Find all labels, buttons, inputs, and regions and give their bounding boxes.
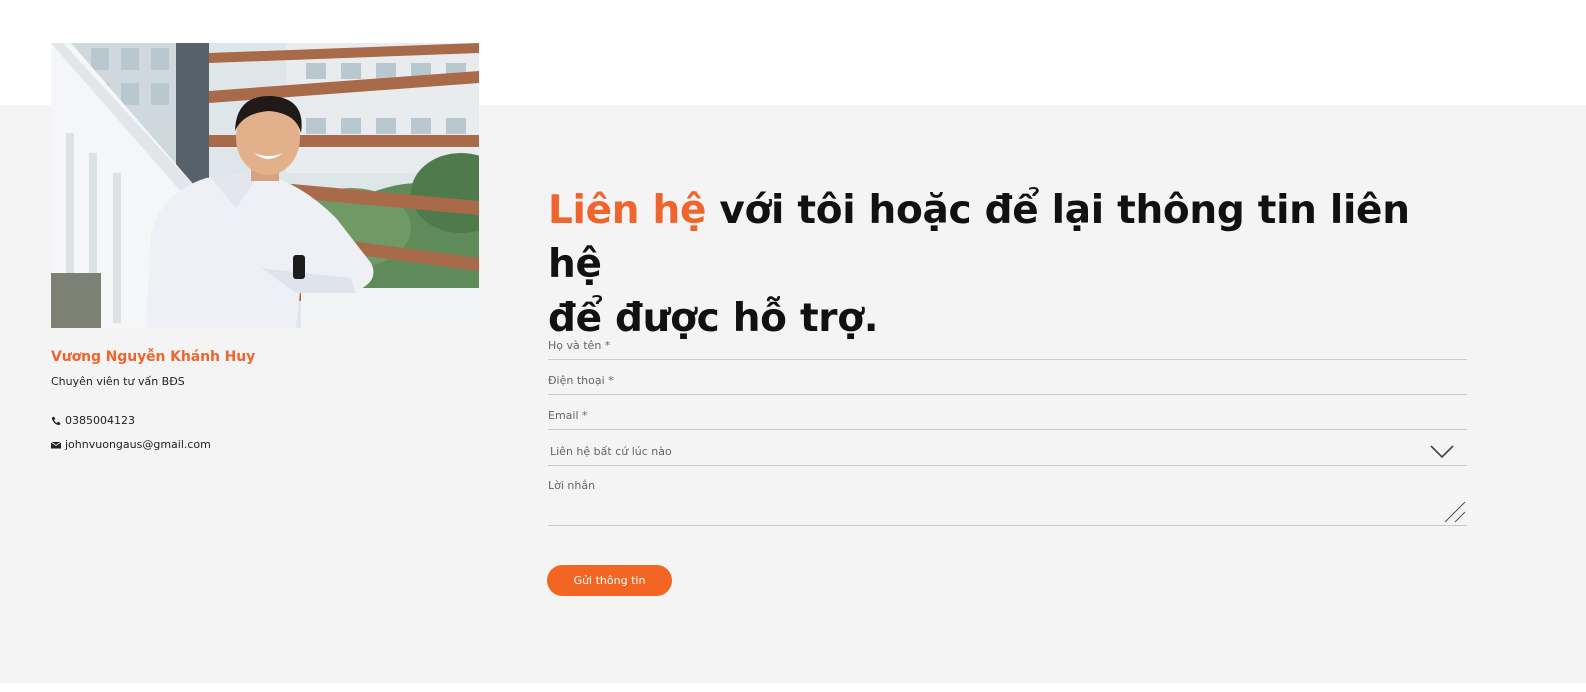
envelope-icon — [50, 440, 62, 450]
contact-heading: Liên hệ với tôi hoặc để lại thông tin li… — [548, 184, 1448, 346]
section-bottom-edge — [0, 683, 1586, 692]
phone-icon — [51, 416, 61, 426]
agent-title: Chuyên viên tư vấn BĐS — [51, 375, 185, 388]
message-field[interactable]: Lời nhắn — [548, 475, 1467, 526]
contact-time-selected: Liên hệ bất cứ lúc nào — [550, 445, 672, 458]
email-field[interactable]: Email * — [548, 404, 1467, 430]
email-placeholder: Email * — [548, 409, 588, 422]
phone-placeholder: Điện thoại * — [548, 374, 614, 387]
submit-button[interactable]: Gửi thông tin — [547, 565, 672, 596]
agent-name: Vương Nguyễn Khánh Huy — [51, 349, 256, 365]
contact-time-select[interactable]: Liên hệ bất cứ lúc nào — [548, 439, 1467, 466]
message-placeholder: Lời nhắn — [548, 479, 596, 492]
agent-phone[interactable]: 0385004123 — [65, 414, 135, 427]
resize-handle-icon[interactable] — [1444, 501, 1466, 523]
agent-phone-row[interactable]: 0385004123 — [51, 414, 135, 427]
agent-email[interactable]: johnvuongaus@gmail.com — [65, 438, 211, 451]
heading-accent: Liên hệ — [548, 188, 707, 233]
agent-email-row[interactable]: johnvuongaus@gmail.com — [50, 438, 211, 451]
agent-photo — [51, 43, 479, 328]
full-name-placeholder: Họ và tên * — [548, 339, 611, 352]
chevron-down-icon[interactable] — [1430, 445, 1454, 459]
full-name-field[interactable]: Họ và tên * — [548, 334, 1467, 360]
phone-field[interactable]: Điện thoại * — [548, 369, 1467, 395]
